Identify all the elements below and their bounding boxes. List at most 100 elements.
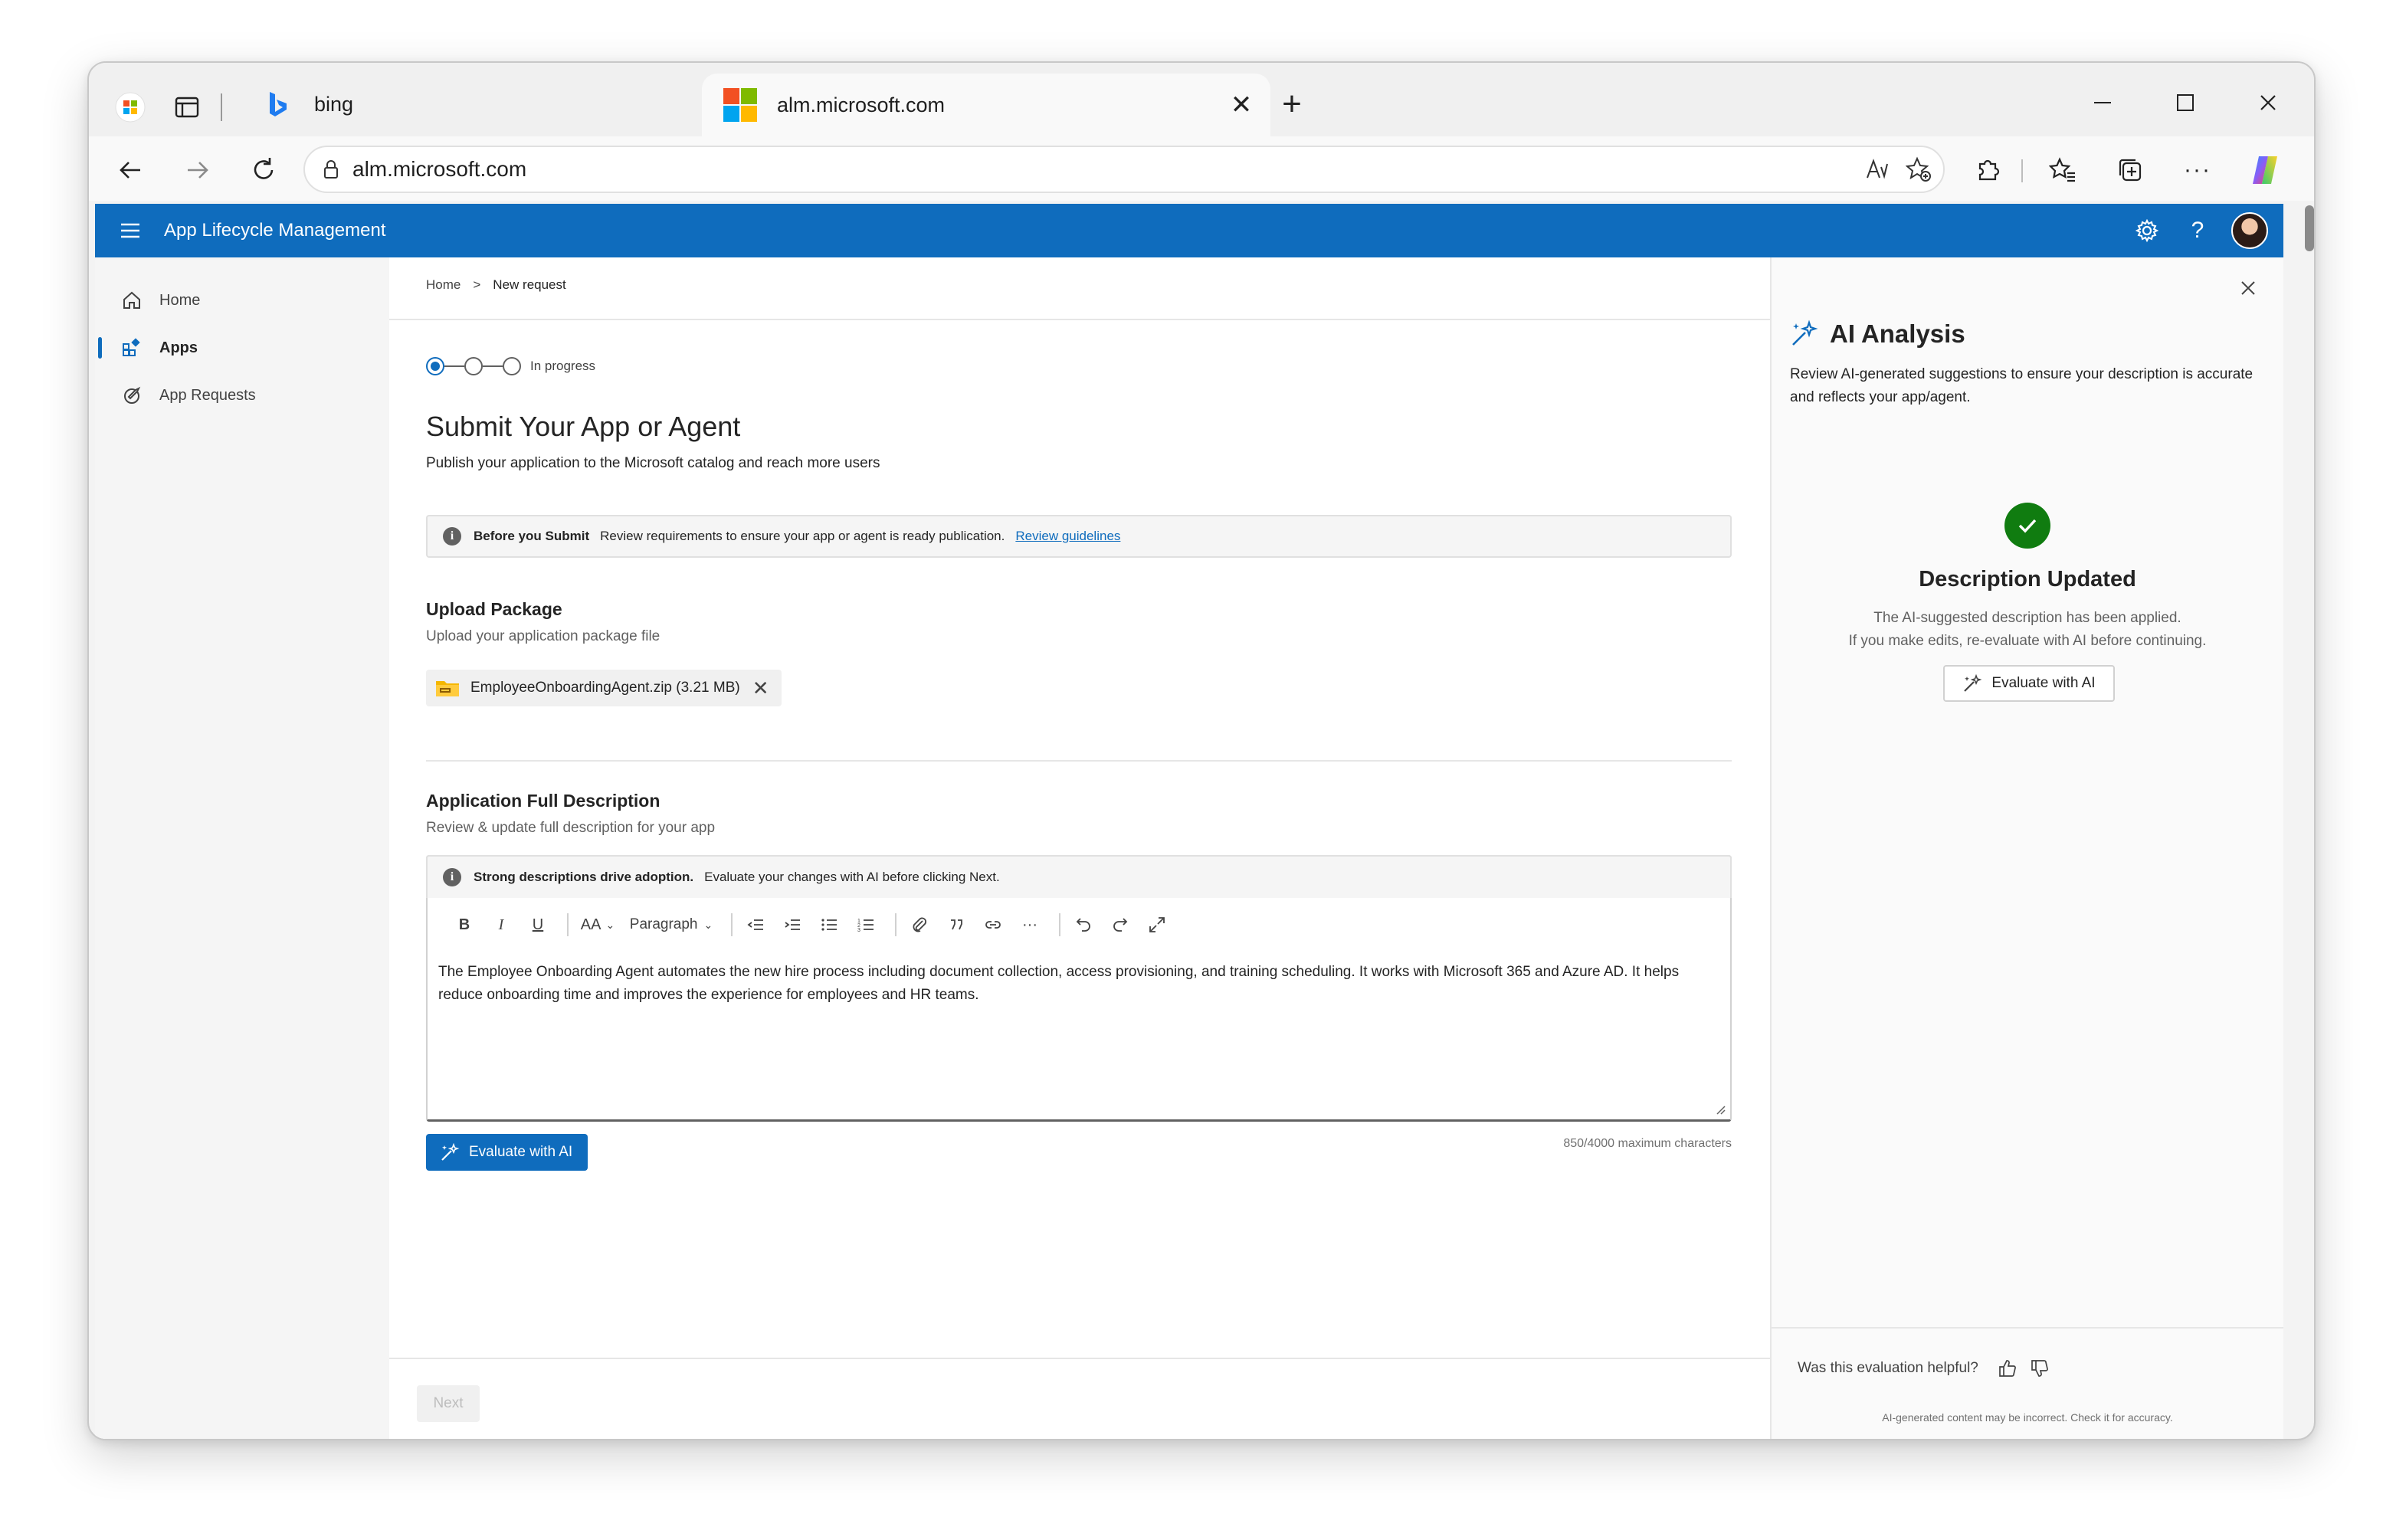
minimize-icon[interactable] [2072,81,2133,124]
numbered-list-icon[interactable]: 123 [851,909,881,940]
thumbs-down-icon[interactable] [2026,1355,2054,1382]
panel-description: Review AI-generated suggestions to ensur… [1790,366,2254,405]
browser-menu-icon[interactable] [112,89,149,126]
description-section-subtitle: Review & update full description for you… [426,820,716,836]
redo-icon[interactable] [1105,909,1136,940]
description-text[interactable]: The Employee Onboarding Agent automates … [438,961,1718,1007]
increase-indent-icon[interactable] [777,909,808,940]
requests-icon [120,383,144,408]
home-icon [120,288,144,313]
sidebar-item-label: Apps [159,339,198,356]
ai-wand-icon [1964,673,1982,692]
sidebar-item-app-requests[interactable]: App Requests [95,375,389,415]
read-aloud-icon[interactable] [1860,152,1894,186]
panel-header: AI Analysis [1788,319,1965,349]
section-divider [426,760,1732,762]
upload-section-subtitle: Upload your application package file [426,628,660,644]
app-title: App Lifecycle Management [164,220,386,241]
underline-button[interactable]: U [523,909,553,940]
collections-icon[interactable] [2110,150,2150,190]
refresh-icon[interactable] [244,150,284,190]
link-icon[interactable] [978,909,1008,940]
remove-file-icon[interactable]: ✕ [752,677,769,700]
paragraph-label: Paragraph [629,916,698,932]
url-text[interactable]: alm.microsoft.com [352,157,1860,182]
close-tab-icon[interactable]: ✕ [1226,90,1257,120]
page-title: Submit Your App or Agent [426,411,741,442]
close-panel-icon[interactable] [2234,274,2262,302]
paragraph-style-dropdown[interactable]: Paragraph ⌄ [625,909,717,940]
more-formatting-icon[interactable]: ··· [1014,909,1045,940]
step-2-indicator [464,357,483,375]
sidebar-item-label: App Requests [159,386,256,404]
thumbs-up-icon[interactable] [1994,1355,2021,1382]
tab-actions-icon[interactable] [169,89,205,126]
notice-text: Evaluate your changes with AI before cli… [704,870,1000,884]
settings-gear-icon[interactable] [2129,212,2165,249]
character-count: 850/4000 maximum characters [1563,1137,1732,1150]
forward-icon[interactable] [178,150,218,190]
next-button[interactable]: Next [417,1385,480,1422]
file-name: EmployeeOnboardingAgent.zip (3.21 MB) [470,680,740,696]
decrease-indent-icon[interactable] [740,909,771,940]
bulleted-list-icon[interactable] [814,909,844,940]
maximize-icon[interactable] [2155,81,2216,124]
tab-title: bing [314,92,354,116]
ai-wand-icon [1792,319,1818,346]
description-tip-notice: i Strong descriptions drive adoption. Ev… [426,855,1732,898]
panel-footer: Was this evaluation helpful? AI-generate… [1772,1327,2283,1439]
sidebar-item-apps[interactable]: Apps [95,328,389,368]
evaluate-with-ai-button[interactable]: Evaluate with AI [426,1134,588,1171]
font-size-label: AA [580,916,601,933]
breadcrumb-home-link[interactable]: Home [426,277,461,293]
bold-button[interactable]: B [449,909,480,940]
apps-icon [120,336,144,360]
resize-grip-icon[interactable] [1715,1104,1726,1115]
undo-icon[interactable] [1068,909,1099,940]
zip-file-icon [435,679,460,697]
hamburger-menu-icon[interactable] [112,212,149,249]
stepper-status: In progress [530,359,596,373]
add-favorite-icon[interactable] [1902,152,1936,186]
step-1-indicator [426,357,444,375]
browser-window: bing ✕ alm.microsoft.com ✕ + [87,61,2316,1440]
extensions-icon[interactable] [1968,150,2008,190]
description-section-title: Application Full Description [426,791,660,811]
help-icon[interactable]: ? [2179,212,2216,249]
expand-icon[interactable] [1142,909,1172,940]
tab-alm[interactable]: alm.microsoft.com ✕ [702,74,1270,136]
bing-icon [270,92,287,116]
notice-title: Before you Submit [474,529,590,543]
review-guidelines-link[interactable]: Review guidelines [1015,529,1120,544]
new-tab-button[interactable]: + [1273,85,1310,123]
step-connector [444,365,464,367]
attach-icon[interactable] [904,909,935,940]
quote-icon[interactable] [941,909,972,940]
page-scrollbar[interactable] [2305,205,2314,251]
toolbar-separator [1059,913,1060,936]
more-options-icon[interactable]: ··· [2178,150,2217,190]
toolbar-separator [895,913,896,936]
breadcrumb: Home > New request [426,277,566,293]
rich-text-editor[interactable]: i Strong descriptions drive adoption. Ev… [426,855,1732,1122]
close-window-icon[interactable] [2237,81,2299,124]
back-icon[interactable] [110,150,150,190]
ai-wand-icon [441,1142,460,1161]
feedback-question: Was this evaluation helpful? [1798,1360,1978,1376]
favorites-icon[interactable] [2043,150,2083,190]
step-connector [483,365,503,367]
avatar[interactable] [2231,212,2268,249]
sidebar-item-home[interactable]: Home [95,280,389,320]
copilot-icon[interactable] [2245,150,2285,190]
info-icon: i [443,868,461,886]
svg-text:3: 3 [857,928,860,933]
main-content: Home > New request In progress Submit Yo… [389,257,1772,1439]
font-size-dropdown[interactable]: AA ⌄ [576,909,619,940]
panel-evaluate-with-ai-button[interactable]: Evaluate with AI [1943,665,2115,702]
sidebar-item-label: Home [159,291,201,309]
header-divider [389,319,1772,320]
microsoft-logo-icon [723,88,757,122]
italic-button[interactable]: I [486,909,516,940]
address-bar[interactable]: alm.microsoft.com [303,146,1945,193]
tab-title: alm.microsoft.com [777,93,946,116]
